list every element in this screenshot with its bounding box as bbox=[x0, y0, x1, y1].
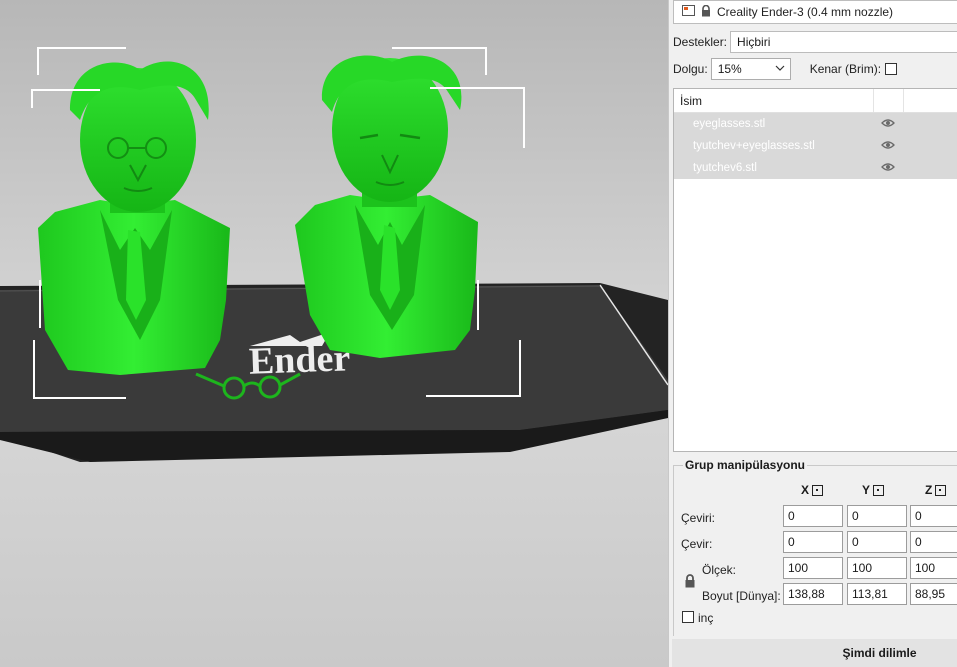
scale-z-input[interactable]: 100 bbox=[910, 557, 957, 579]
axis-z-header: Z bbox=[925, 483, 947, 497]
eye-icon[interactable] bbox=[881, 139, 895, 154]
printer-name: Creality Ender-3 (0.4 mm nozzle) bbox=[717, 5, 894, 19]
axis-x-icon bbox=[812, 484, 824, 496]
size-y-input[interactable]: 113,81 bbox=[847, 583, 907, 605]
supports-row: Destekler: Hiçbiri bbox=[673, 31, 957, 53]
rotate-y-input[interactable]: 0 bbox=[847, 531, 907, 553]
list-item[interactable]: tyutchev6.stl bbox=[674, 157, 957, 179]
infill-select[interactable]: 15% bbox=[710, 58, 791, 80]
size-x-input[interactable]: 138,88 bbox=[783, 583, 843, 605]
supports-label: Destekler: bbox=[673, 35, 728, 49]
group-title: Grup manipülasyonu bbox=[683, 458, 808, 472]
lock-icon[interactable] bbox=[684, 574, 696, 591]
slice-now-label: Şimdi dilimle bbox=[842, 646, 917, 660]
translate-label: Çeviri: bbox=[681, 511, 716, 525]
list-item-name: eyeglasses.stl bbox=[693, 118, 766, 130]
inch-label: inç bbox=[698, 611, 714, 625]
supports-select[interactable]: Hiçbiri bbox=[730, 31, 957, 53]
infill-value: 15% bbox=[717, 62, 742, 76]
slice-now-button[interactable]: Şimdi dilimle bbox=[672, 639, 957, 667]
axis-z-icon bbox=[935, 484, 947, 496]
3d-viewport[interactable]: Ender bbox=[0, 0, 668, 667]
axis-x-label: X bbox=[801, 483, 810, 497]
inch-checkbox[interactable] bbox=[682, 611, 694, 623]
printer-icon bbox=[682, 5, 695, 19]
translate-z-input[interactable]: 0 bbox=[910, 505, 957, 527]
scene-canvas[interactable]: Ender bbox=[0, 0, 668, 667]
scale-x-input[interactable]: 100 bbox=[783, 557, 843, 579]
supports-value: Hiçbiri bbox=[737, 35, 771, 49]
printer-selector[interactable]: Creality Ender-3 (0.4 mm nozzle) bbox=[673, 0, 957, 24]
list-item-name: tyutchev+eyeglasses.stl bbox=[693, 140, 815, 152]
axis-y-header: Y bbox=[862, 483, 885, 497]
size-z-input[interactable]: 88,95 bbox=[910, 583, 957, 605]
rotate-label: Çevir: bbox=[681, 537, 713, 551]
eye-icon[interactable] bbox=[881, 161, 895, 176]
header-name[interactable]: İsim bbox=[674, 89, 874, 112]
scale-y-input[interactable]: 100 bbox=[847, 557, 907, 579]
eye-icon[interactable] bbox=[881, 117, 895, 132]
chevron-down-icon bbox=[775, 62, 785, 77]
list-item[interactable]: eyeglasses.stl bbox=[674, 113, 957, 135]
scale-label: Ölçek: bbox=[702, 563, 737, 577]
translate-x-input[interactable]: 0 bbox=[783, 505, 843, 527]
infill-label: Dolgu: bbox=[673, 62, 708, 76]
axis-x-header: X bbox=[801, 483, 824, 497]
list-item-name: tyutchev6.stl bbox=[693, 162, 757, 174]
axis-z-label: Z bbox=[925, 483, 933, 497]
settings-panel: Creality Ender-3 (0.4 mm nozzle) Destekl… bbox=[668, 0, 957, 667]
object-list: İsim eyeglasses.stl tyutchev+eyeglasses.… bbox=[673, 88, 957, 452]
group-manipulation: Grup manipülasyonu X Y Z Çeviri: 0 0 0 Ç… bbox=[673, 458, 957, 636]
list-item[interactable]: tyutchev+eyeglasses.stl bbox=[674, 135, 957, 157]
infill-row: Dolgu: 15% Kenar (Brim): bbox=[673, 58, 898, 80]
rotate-z-input[interactable]: 0 bbox=[910, 531, 957, 553]
header-visibility[interactable] bbox=[874, 89, 904, 112]
size-label: Boyut [Dünya]: bbox=[702, 589, 781, 603]
translate-y-input[interactable]: 0 bbox=[847, 505, 907, 527]
list-header: İsim bbox=[674, 89, 957, 113]
axis-y-icon bbox=[873, 484, 885, 496]
brim-checkbox[interactable] bbox=[885, 63, 898, 75]
axis-y-label: Y bbox=[862, 483, 871, 497]
rotate-x-input[interactable]: 0 bbox=[783, 531, 843, 553]
lock-icon bbox=[701, 4, 711, 20]
brim-label: Kenar (Brim): bbox=[809, 62, 882, 76]
